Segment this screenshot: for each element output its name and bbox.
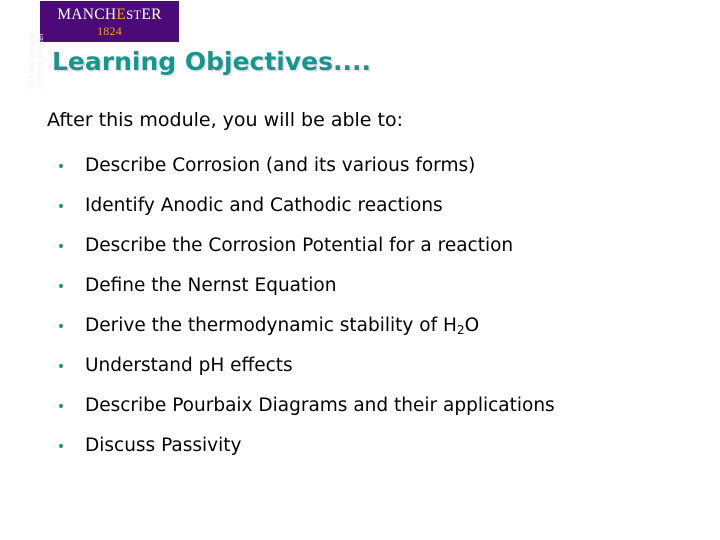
logo-wordmark-accent-e: E <box>116 6 127 24</box>
page-title: Learning Objectives.... <box>52 47 371 76</box>
list-item: Describe Pourbaix Diagrams and their app… <box>47 386 712 426</box>
university-logo: MANCHESTER 1824 <box>40 1 179 42</box>
formula-text-after: O <box>464 314 480 336</box>
list-item: Derive the thermodynamic stability of H2… <box>47 306 712 346</box>
logo-wordmark-prefix: MANCH <box>57 6 117 24</box>
bullet-dot-icon <box>59 164 63 168</box>
list-item-label: Discuss Passivity <box>85 435 242 456</box>
learning-objectives-list: Describe Corrosion (and its various form… <box>47 146 712 466</box>
bullet-dot-icon <box>59 444 63 448</box>
list-item-label-formula: Derive the thermodynamic stability of H2… <box>85 314 479 339</box>
bullet-dot-icon <box>59 364 63 368</box>
bullet-dot-icon <box>59 244 63 248</box>
vertical-brand-text: The University of Manchester <box>26 32 45 90</box>
list-item: Discuss Passivity <box>47 426 712 466</box>
list-item: Identify Anodic and Cathodic reactions <box>47 186 712 226</box>
bullet-dot-icon <box>59 404 63 408</box>
list-item: Describe Corrosion (and its various form… <box>47 146 712 186</box>
logo-wordmark-suffix: ER <box>141 6 162 24</box>
list-item-label: Describe Corrosion (and its various form… <box>85 155 476 176</box>
intro-text: After this module, you will be able to: <box>47 109 403 131</box>
formula-text-before: Derive the thermodynamic stability of H <box>85 314 457 336</box>
bullet-dot-icon <box>59 284 63 288</box>
logo-year: 1824 <box>97 23 122 38</box>
list-item-label: Understand pH effects <box>85 355 293 376</box>
bullet-dot-icon <box>59 324 63 328</box>
list-item-label: Describe the Corrosion Potential for a r… <box>85 235 514 256</box>
formula-subscript: 2 <box>456 322 465 337</box>
list-item-label: Identify Anodic and Cathodic reactions <box>85 195 443 216</box>
slide-canvas: MANCHESTER 1824 The University of Manche… <box>0 0 720 540</box>
logo-wordmark-small-caps: ST <box>126 8 142 23</box>
list-item: Define the Nernst Equation <box>47 266 712 306</box>
list-item: Describe the Corrosion Potential for a r… <box>47 226 712 266</box>
list-item: Understand pH effects <box>47 346 712 386</box>
logo-wordmark: MANCHESTER <box>57 7 162 23</box>
list-item-label: Describe Pourbaix Diagrams and their app… <box>85 395 555 416</box>
list-item-label: Define the Nernst Equation <box>85 275 337 296</box>
bullet-dot-icon <box>59 204 63 208</box>
